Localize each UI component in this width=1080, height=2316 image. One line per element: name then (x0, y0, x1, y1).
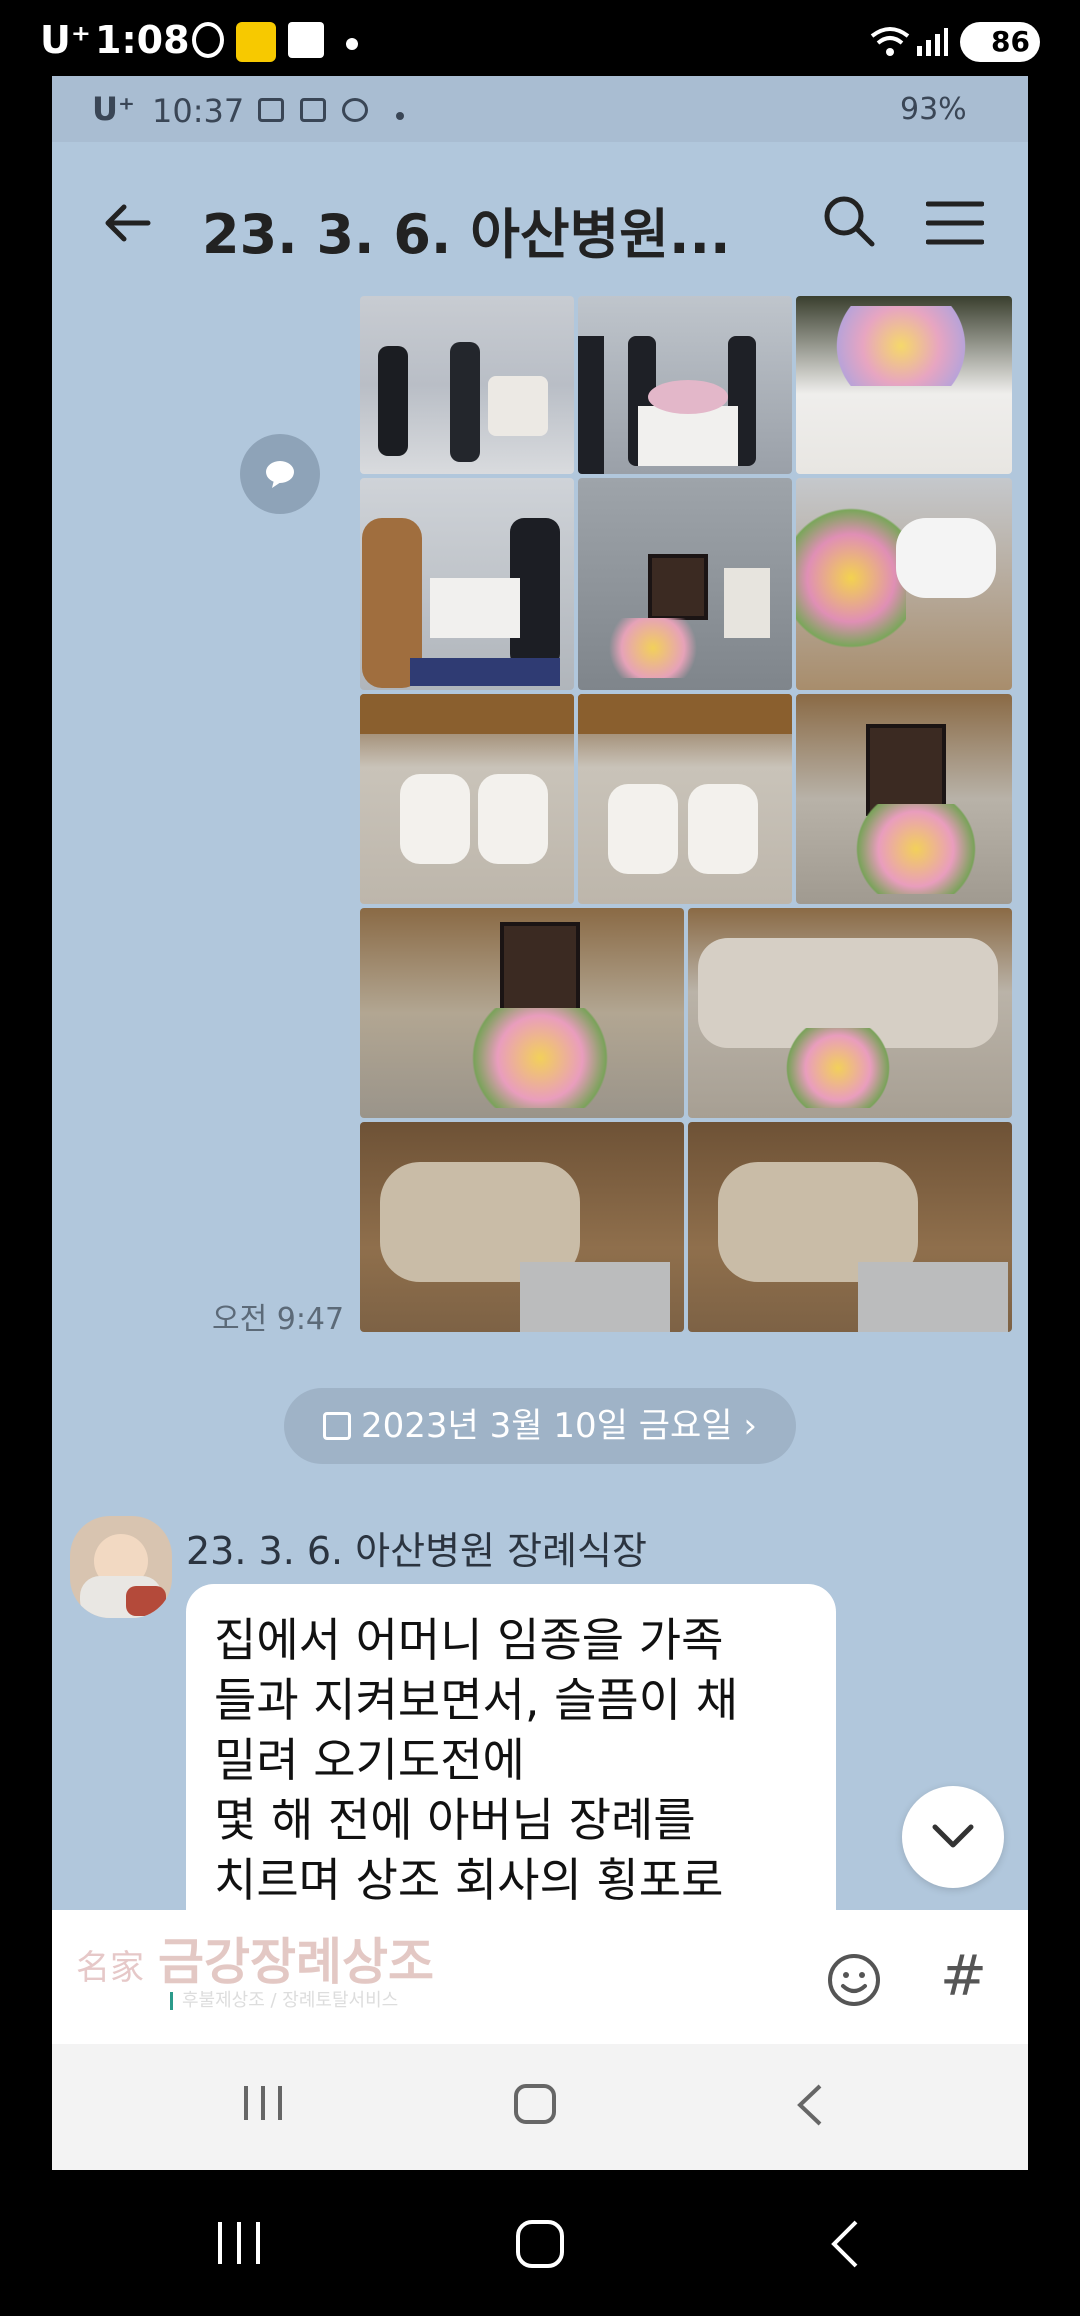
message-line: 집에서 어머니 임종을 가족 (214, 1613, 724, 1667)
photo-thumbnail[interactable] (578, 694, 792, 904)
back-arrow-icon[interactable] (102, 198, 152, 248)
sender-name: 23. 3. 6. 아산병원 장례식장 (186, 1529, 647, 1573)
gallery-icon (258, 98, 284, 122)
home-icon[interactable] (512, 2082, 558, 2126)
frame-left (0, 76, 52, 2170)
kakao-icon (236, 22, 276, 62)
photo-thumbnail[interactable] (360, 296, 574, 474)
outer-status-bar: U⁺ 1:08 86 (0, 0, 1080, 76)
photo-thumbnail[interactable] (688, 908, 1012, 1118)
inner-status-bar: U⁺ 10:37 93% (52, 76, 1028, 142)
outer-navigation-bar (0, 2170, 1080, 2316)
notification-dot-icon (346, 38, 358, 50)
clock: 10:37 (152, 92, 245, 130)
share-button[interactable] (240, 434, 320, 514)
photo-thumbnail[interactable] (360, 694, 574, 904)
back-icon[interactable] (826, 2218, 862, 2270)
b-app-icon (342, 98, 368, 122)
recent-apps-icon[interactable] (240, 2082, 286, 2124)
contact-icon (288, 22, 324, 58)
message-timestamp: 오전 9:47 (212, 1302, 345, 1337)
screen-icon (300, 98, 326, 122)
avatar[interactable] (70, 1516, 172, 1618)
message-line: 몇 해 전에 아버님 장례를 (214, 1793, 696, 1847)
carrier-label: U⁺ (92, 90, 135, 128)
hashtag-button[interactable]: # (940, 1944, 987, 2009)
inner-navigation-bar (52, 2044, 1028, 2170)
photo-thumbnail[interactable] (796, 296, 1012, 474)
chevron-down-icon (932, 1824, 974, 1848)
chat-screen: U⁺ 10:37 93% 23. 3. 6. 아산병원... 오전 9:47 2… (52, 76, 1028, 2170)
share-icon (266, 461, 294, 488)
chat-header: 23. 3. 6. 아산병원... (52, 142, 1028, 302)
recent-apps-icon[interactable] (214, 2218, 264, 2268)
message-line: 치르며 상조 회사의 횡포로 (214, 1853, 724, 1907)
photo-thumbnail[interactable] (688, 1122, 1012, 1332)
wifi-icon (870, 27, 910, 56)
battery-indicator: 93% (900, 92, 967, 127)
clock: 1:08 (95, 18, 190, 62)
text-cursor (170, 1992, 173, 2010)
carrier-label: U⁺ (40, 18, 91, 62)
emoji-icon[interactable] (826, 1952, 882, 2008)
photo-thumbnail[interactable] (360, 478, 574, 690)
watermark-subtitle: 후불제상조 / 장례토탈서비스 (182, 1990, 399, 2011)
message-line: 밀려 오기도전에 (214, 1733, 525, 1787)
signal-icon (917, 28, 948, 56)
b-app-icon (192, 22, 224, 58)
chat-title: 23. 3. 6. 아산병원... (202, 203, 731, 266)
message-line: 들과 지켜보면서, 슬픔이 채 (214, 1673, 739, 1727)
photo-thumbnail[interactable] (796, 694, 1012, 904)
photo-thumbnail[interactable] (360, 908, 684, 1118)
photo-thumbnail[interactable] (796, 478, 1012, 690)
scroll-to-bottom-button[interactable] (902, 1786, 1004, 1888)
search-icon[interactable] (822, 194, 876, 248)
menu-icon[interactable] (926, 200, 984, 246)
back-icon[interactable] (792, 2082, 826, 2128)
battery-indicator: 86 (960, 22, 1040, 62)
photo-thumbnail[interactable] (578, 478, 792, 690)
watermark-logo: 名家 금강장례상조 (76, 1933, 434, 1991)
notification-dot-icon (396, 112, 404, 120)
home-icon[interactable] (514, 2218, 566, 2270)
photo-thumbnail[interactable] (578, 296, 792, 474)
date-divider[interactable]: 2023년 3월 10일 금요일 › (284, 1388, 796, 1464)
date-divider-label: 2023년 3월 10일 금요일 › (361, 1406, 757, 1446)
message-input-bar[interactable]: 名家 금강장례상조 후불제상조 / 장례토탈서비스 # (52, 1910, 1028, 2044)
calendar-icon (323, 1412, 352, 1440)
frame-right (1028, 76, 1080, 2170)
photo-thumbnail[interactable] (360, 1122, 684, 1332)
